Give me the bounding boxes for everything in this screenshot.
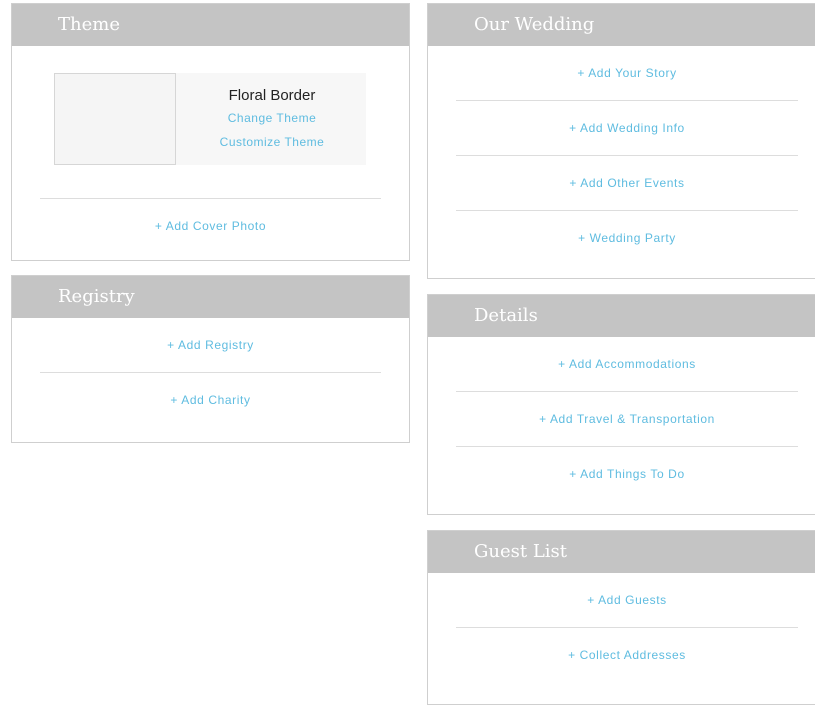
our-wedding-panel: Our Wedding + Add Your Story + Add Weddi…: [427, 3, 815, 279]
registry-panel: Registry + Add Registry + Add Charity: [11, 275, 410, 443]
add-guests-link[interactable]: + Add Guests: [428, 573, 815, 627]
add-charity-link[interactable]: + Add Charity: [12, 373, 409, 427]
theme-thumbnail[interactable]: [54, 73, 176, 165]
theme-panel-title: Theme: [12, 4, 409, 46]
collect-addresses-link[interactable]: + Collect Addresses: [428, 628, 815, 682]
theme-card: Floral Border Change Theme Customize The…: [54, 73, 366, 165]
details-panel: Details + Add Accommodations + Add Trave…: [427, 294, 815, 515]
add-other-events-link[interactable]: + Add Other Events: [428, 156, 815, 210]
add-wedding-info-link[interactable]: + Add Wedding Info: [428, 101, 815, 155]
theme-panel: Theme Floral Border Change Theme Customi…: [11, 3, 410, 261]
add-travel-transportation-link[interactable]: + Add Travel & Transportation: [428, 392, 815, 446]
add-your-story-link[interactable]: + Add Your Story: [428, 46, 815, 100]
theme-preview-area: Floral Border Change Theme Customize The…: [12, 46, 409, 198]
wedding-party-link[interactable]: + Wedding Party: [428, 211, 815, 265]
registry-panel-title: Registry: [12, 276, 409, 318]
guest-list-panel-title: Guest List: [428, 531, 815, 573]
add-cover-photo-link[interactable]: + Add Cover Photo: [12, 199, 409, 253]
details-panel-title: Details: [428, 295, 815, 337]
change-theme-link[interactable]: Change Theme: [187, 111, 357, 125]
add-accommodations-link[interactable]: + Add Accommodations: [428, 337, 815, 391]
theme-name: Floral Border: [228, 87, 316, 104]
add-registry-link[interactable]: + Add Registry: [12, 318, 409, 372]
customize-theme-link[interactable]: Customize Theme: [187, 135, 357, 149]
add-things-to-do-link[interactable]: + Add Things To Do: [428, 447, 815, 501]
guest-list-panel: Guest List + Add Guests + Collect Addres…: [427, 530, 815, 705]
our-wedding-panel-title: Our Wedding: [428, 4, 815, 46]
